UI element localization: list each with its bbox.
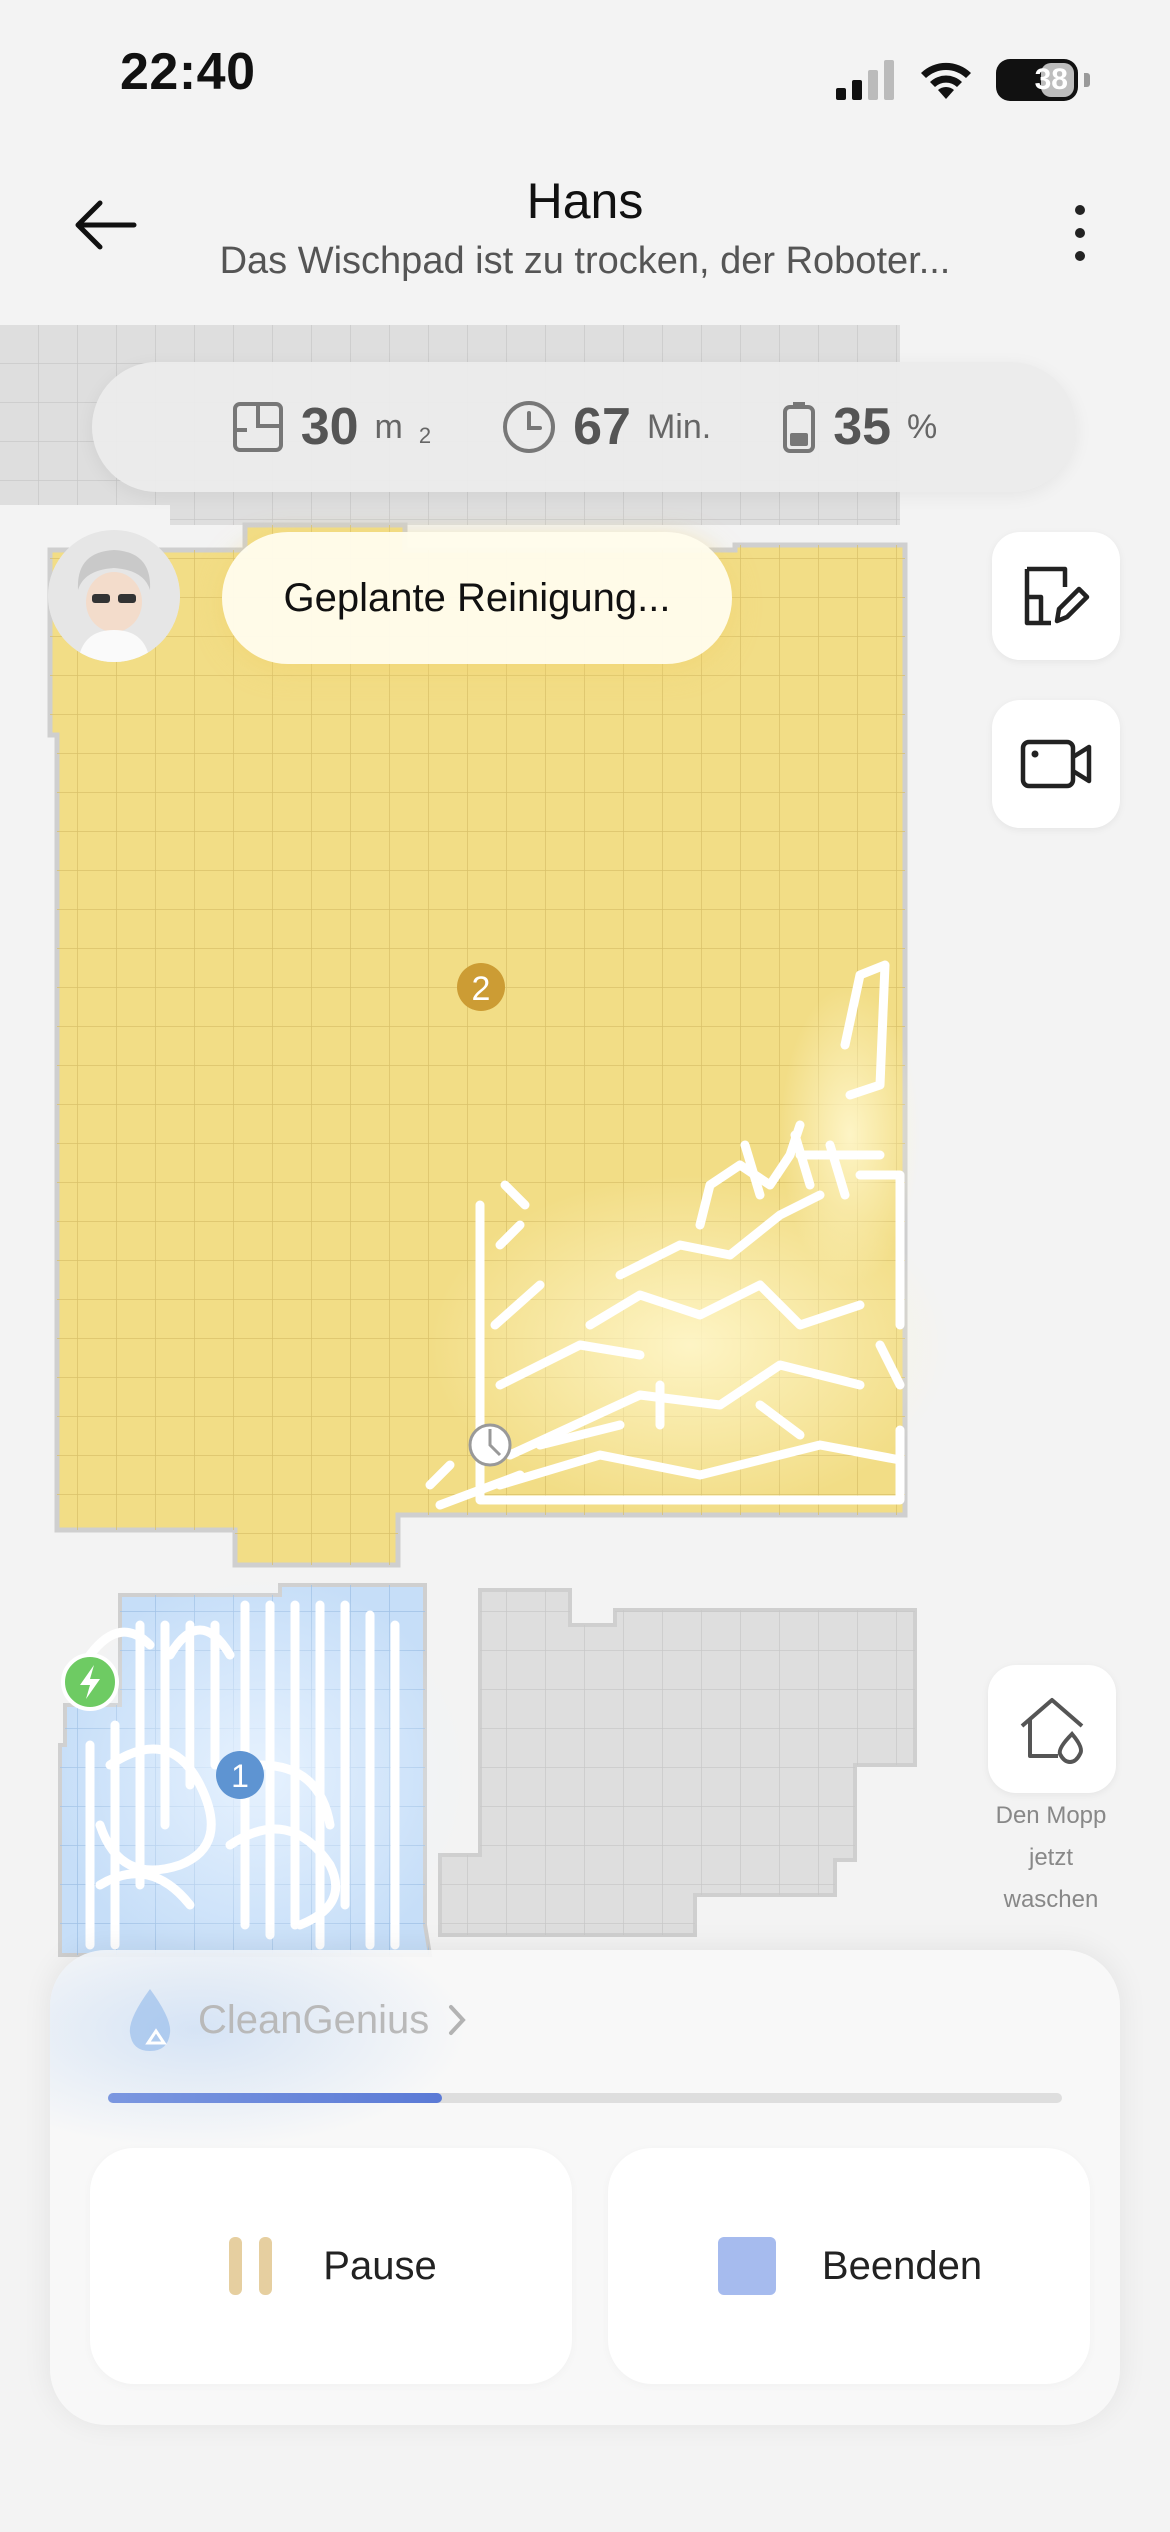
edit-map-button[interactable] [992, 532, 1120, 660]
status-icons: 38 [834, 50, 1090, 110]
cleaning-stats: 30 m 2 67 Min. 35 % [92, 362, 1076, 492]
room-unexplored [438, 1588, 917, 1937]
battery-level: 38 [1034, 63, 1068, 96]
battery-value: 35 [833, 398, 892, 456]
video-camera-icon [1020, 739, 1092, 789]
area-unit-superscript: 2 [418, 423, 432, 448]
wifi-icon [921, 62, 971, 99]
battery-vertical-icon [783, 402, 816, 453]
home-water-drop-icon [1020, 1698, 1084, 1764]
status-message[interactable]: Das Wischpad ist zu trocken, der Roboter… [165, 240, 1005, 283]
clock-icon [503, 401, 556, 453]
battery-icon: 38 [996, 59, 1078, 101]
time-unit: Min. [646, 407, 712, 446]
wash-mop-label: Den Mopp jetzt waschen [995, 1802, 1107, 1913]
page-title: Hans [526, 173, 644, 229]
area-unit: m [374, 407, 403, 446]
room-2[interactable]: 2 [47, 522, 950, 1568]
time-value: 67 [573, 398, 631, 456]
robot-status-bubble: Geplante Reinigung... [222, 532, 732, 664]
room-badge-1[interactable]: 1 [216, 1751, 264, 1799]
clean-genius-label: CleanGenius [198, 1997, 430, 2042]
robot-character-icon [48, 530, 180, 662]
area-value: 30 [300, 398, 359, 456]
wash-mop-button[interactable] [988, 1665, 1116, 1793]
area-stat: 30 m 2 [231, 397, 431, 457]
floor-area-icon [232, 402, 283, 452]
chevron-right-icon [449, 2005, 466, 2035]
room-1[interactable]: 1 [50, 1575, 470, 1975]
progress-bar [108, 2093, 1062, 2103]
water-drop-icon [129, 1989, 171, 2051]
signal-icon [836, 60, 894, 100]
more-options-button[interactable] [1060, 200, 1100, 270]
progress-fill [108, 2093, 442, 2103]
robot-position-icon [468, 1423, 512, 1467]
stop-icon [717, 2237, 776, 2295]
room-badge-2[interactable]: 2 [457, 963, 505, 1011]
clean-genius-link[interactable]: CleanGenius [120, 1985, 467, 2055]
battery-nub [1084, 73, 1090, 87]
svg-text:1: 1 [231, 1758, 249, 1794]
svg-text:2: 2 [472, 970, 491, 1008]
camera-button[interactable] [992, 700, 1120, 828]
edit-map-icon [1024, 566, 1090, 626]
pause-icon [229, 2237, 273, 2295]
pause-label: Pause [323, 2243, 437, 2288]
robot-avatar[interactable] [48, 530, 180, 662]
battery-stat: 35 % [781, 397, 937, 457]
charging-dock-icon[interactable] [61, 1653, 119, 1711]
stop-label: Beenden [821, 2243, 983, 2288]
more-vertical-icon [1075, 205, 1085, 261]
battery-unit: % [907, 407, 938, 446]
time-stat: 67 Min. [501, 397, 711, 457]
status-time: 22:40 [120, 43, 256, 101]
stop-button[interactable]: Beenden [608, 2148, 1090, 2384]
pause-button[interactable]: Pause [90, 2148, 572, 2384]
